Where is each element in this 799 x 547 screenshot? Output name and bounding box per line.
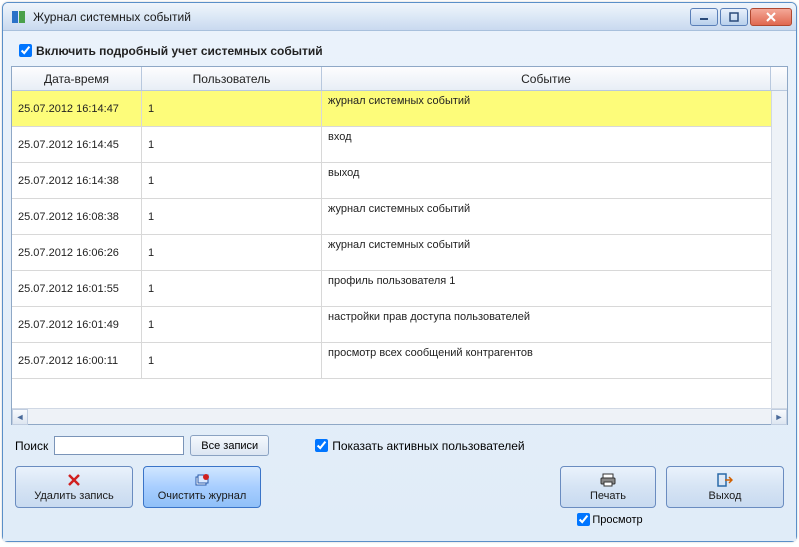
exit-icon [717,472,733,488]
table-row[interactable]: 25.07.2012 16:00:111просмотр всех сообще… [12,343,787,379]
table-row[interactable]: 25.07.2012 16:01:491настройки прав досту… [12,307,787,343]
maximize-button[interactable] [720,8,748,26]
titlebar[interactable]: Журнал системных событий [3,3,796,31]
col-scrollbar-gap [771,67,787,90]
vertical-scrollbar[interactable] [771,91,787,408]
search-row: Поиск Все записи Показать активных польз… [11,425,788,462]
clear-icon [194,472,210,488]
search-label: Поиск [15,439,48,453]
table-body: 25.07.2012 16:14:471журнал системных соб… [12,91,787,408]
cell-event: журнал системных событий [322,199,787,234]
cell-event: выход [322,163,787,198]
minimize-button[interactable] [690,8,718,26]
all-records-button[interactable]: Все записи [190,435,269,456]
scroll-left-icon[interactable]: ◄ [12,409,28,425]
print-button[interactable]: Печать [560,466,656,508]
cell-datetime: 25.07.2012 16:00:11 [12,343,142,378]
cell-datetime: 25.07.2012 16:14:47 [12,91,142,126]
delete-icon [67,472,81,488]
cell-event: журнал системных событий [322,235,787,270]
table-row[interactable]: 25.07.2012 16:14:451вход [12,127,787,163]
verbose-logging-input[interactable] [19,44,32,57]
table-header: Дата-время Пользователь Событие [12,67,787,91]
cell-user: 1 [142,163,322,198]
table-row[interactable]: 25.07.2012 16:06:261журнал системных соб… [12,235,787,271]
cell-event: журнал системных событий [322,91,787,126]
close-button[interactable] [750,8,792,26]
col-datetime[interactable]: Дата-время [12,67,142,90]
preview-checkbox[interactable]: Просмотр [573,510,642,529]
col-event[interactable]: Событие [322,67,771,90]
cell-user: 1 [142,199,322,234]
cell-datetime: 25.07.2012 16:01:55 [12,271,142,306]
printer-icon [600,472,616,488]
preview-input[interactable] [577,513,590,526]
cell-user: 1 [142,307,322,342]
search-input[interactable] [54,436,184,455]
cell-user: 1 [142,127,322,162]
cell-user: 1 [142,343,322,378]
show-active-users-checkbox[interactable]: Показать активных пользователей [311,436,524,455]
cell-user: 1 [142,271,322,306]
cell-event: вход [322,127,787,162]
show-active-users-input[interactable] [315,439,328,452]
horizontal-scrollbar[interactable]: ◄ ► [12,408,787,424]
exit-button[interactable]: Выход [666,466,784,508]
clear-log-button[interactable]: Очистить журнал [143,466,261,508]
delete-record-button[interactable]: Удалить запись [15,466,133,508]
table-row[interactable]: 25.07.2012 16:14:471журнал системных соб… [12,91,787,127]
window-title: Журнал системных событий [33,10,690,24]
cell-user: 1 [142,235,322,270]
cell-datetime: 25.07.2012 16:08:38 [12,199,142,234]
col-user[interactable]: Пользователь [142,67,322,90]
cell-event: профиль пользователя 1 [322,271,787,306]
cell-datetime: 25.07.2012 16:06:26 [12,235,142,270]
events-table: Дата-время Пользователь Событие 25.07.20… [11,66,788,425]
show-active-users-label: Показать активных пользователей [332,439,524,453]
system-events-window: Журнал системных событий Включить подроб… [2,2,797,542]
cell-user: 1 [142,91,322,126]
app-icon [11,9,27,25]
verbose-logging-label: Включить подробный учет системных событи… [36,44,323,58]
cell-datetime: 25.07.2012 16:01:49 [12,307,142,342]
cell-datetime: 25.07.2012 16:14:45 [12,127,142,162]
scroll-right-icon[interactable]: ► [771,409,787,425]
cell-datetime: 25.07.2012 16:14:38 [12,163,142,198]
table-row[interactable]: 25.07.2012 16:01:551профиль пользователя… [12,271,787,307]
table-row[interactable]: 25.07.2012 16:14:381выход [12,163,787,199]
cell-event: просмотр всех сообщений контрагентов [322,343,787,378]
cell-event: настройки прав доступа пользователей [322,307,787,342]
table-row[interactable]: 25.07.2012 16:08:381журнал системных соб… [12,199,787,235]
verbose-logging-checkbox[interactable]: Включить подробный учет системных событи… [11,39,788,66]
button-row: Удалить запись Очистить журнал Печать [11,462,788,533]
